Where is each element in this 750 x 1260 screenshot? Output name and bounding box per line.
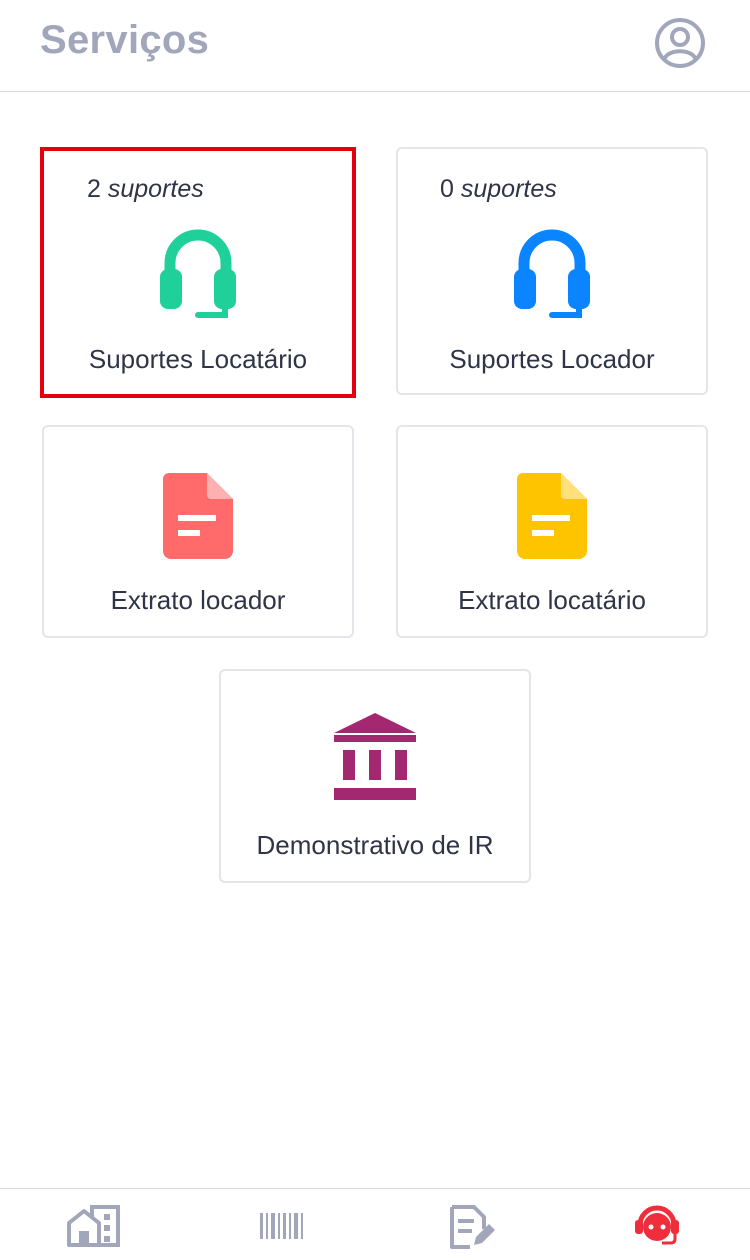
card-extrato-locatario[interactable]: Extrato locatário [396,425,708,638]
support-count-number: 2 [87,175,101,203]
support-count: 2 suportes [87,175,204,204]
tab-servicos[interactable] [634,1203,690,1251]
barcode-icon [260,1213,303,1239]
bottom-tab-bar [0,1188,750,1260]
support-count: 0 suportes [440,175,557,204]
tab-boletos[interactable] [256,1203,312,1251]
support-count-word: suportes [460,175,557,203]
card-label: Suportes Locatário [88,344,308,374]
tab-imoveis[interactable] [66,1203,122,1251]
card-label: Extrato locatário [458,585,646,615]
document-edit-icon [450,1205,495,1249]
card-extrato-locador[interactable]: Extrato locador [42,425,354,638]
header: Serviços [0,0,750,92]
document-icon [163,473,233,559]
card-label: Extrato locador [110,585,286,615]
card-label: Demonstrativo de IR [256,830,494,860]
page-title: Serviços [40,18,210,62]
card-label: Suportes Locador [449,344,655,374]
headset-icon [160,229,236,318]
profile-button[interactable] [652,15,708,71]
tab-contratos[interactable] [446,1203,502,1251]
bank-icon [334,713,416,800]
card-suportes-locatario[interactable]: 2 suportes Suportes Locatário [40,147,356,398]
card-suportes-locador[interactable]: 0 suportes Suportes Locador [396,147,708,395]
support-agent-icon [635,1205,679,1245]
support-count-number: 0 [440,175,454,203]
buildings-icon [67,1205,120,1247]
support-count-word: suportes [107,175,204,203]
user-circle-icon [655,18,705,68]
document-icon [517,473,587,559]
headset-icon [514,229,590,318]
card-demonstrativo-ir[interactable]: Demonstrativo de IR [219,669,531,883]
